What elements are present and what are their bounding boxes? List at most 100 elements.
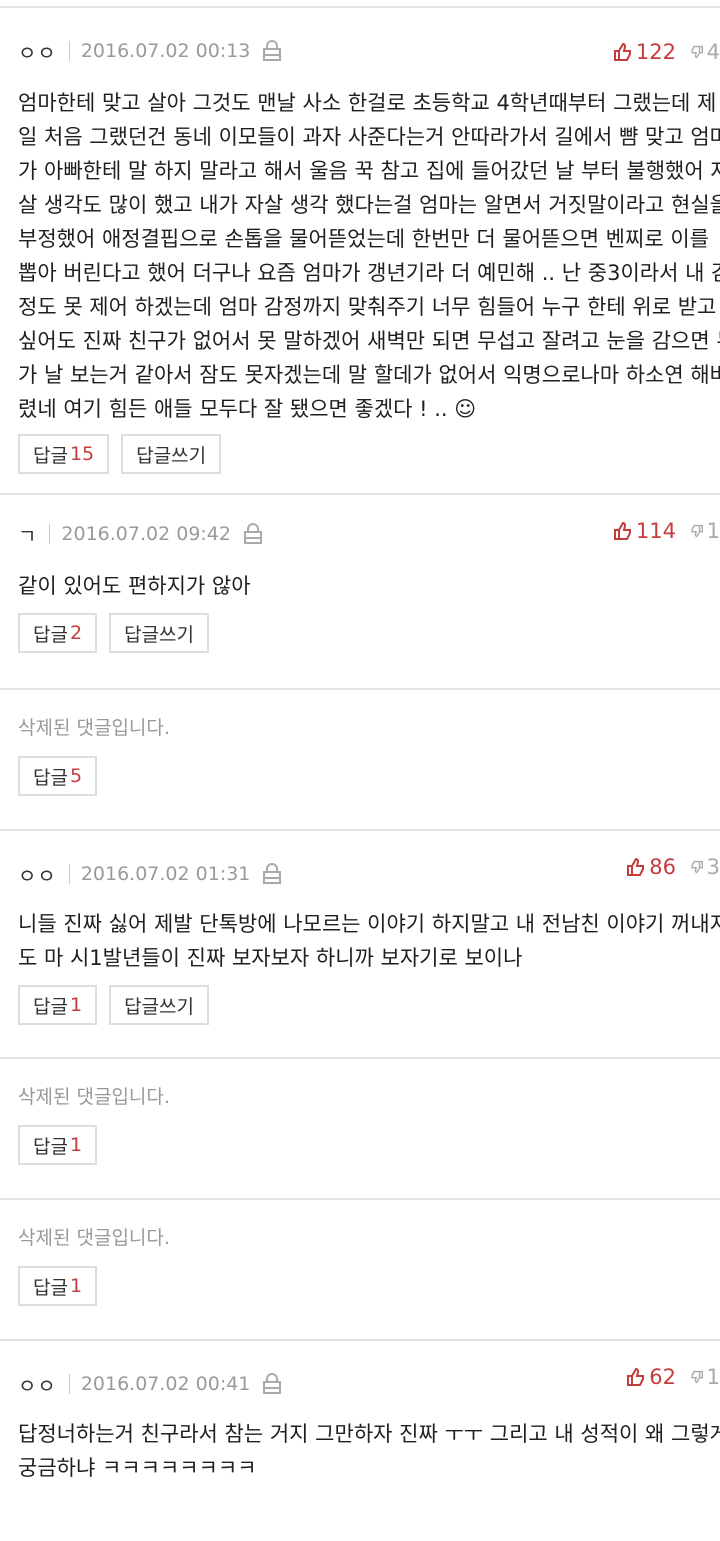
reply-label: 답글	[33, 1276, 68, 1299]
vote-bar: 62 1	[626, 1365, 720, 1389]
reply-count: 5	[69, 765, 83, 787]
reply-label: 답글	[33, 766, 68, 789]
comment-actions: 답글 5	[18, 756, 720, 796]
deleted-notice: 삭제된 댓글입니다.	[18, 1227, 170, 1249]
comment-actions: 답글 2 답글쓰기	[18, 613, 720, 653]
deleted-notice: 삭제된 댓글입니다.	[18, 717, 170, 739]
upvote-button[interactable]: 86	[626, 855, 676, 879]
downvote-button[interactable]: 1	[690, 519, 720, 543]
meta-divider	[49, 524, 51, 544]
comment-list: ㅇㅇ 2016.07.02 00:13 122 4 엄마한테 맞고 살아 그것도…	[0, 0, 720, 1541]
reply-count: 15	[69, 443, 95, 465]
comment-date: 2016.07.02 09:42	[61, 523, 231, 545]
downvote-count: 1	[706, 1365, 720, 1389]
deleted-notice: 삭제된 댓글입니다.	[18, 1086, 170, 1108]
write-reply-button[interactable]: 답글쓰기	[109, 613, 209, 653]
write-reply-button[interactable]: 답글쓰기	[121, 434, 222, 474]
comment-actions: 답글 1	[18, 1125, 720, 1165]
reply-count: 2	[69, 622, 83, 644]
comment-actions: 답글 15 답글쓰기	[18, 434, 720, 474]
reply-count-button[interactable]: 답글 1	[18, 1266, 98, 1306]
comment-line: 엄마한테 맞고 살아 그것도 맨날 사소 한걸로 초등학교 4학년때부터 그랬는…	[18, 91, 717, 115]
thumbs-up-icon	[627, 857, 645, 876]
comment-body: 엄마한테 맞고 살아 그것도 맨날 사소 한걸로 초등학교 4학년때부터 그랬는…	[18, 86, 720, 426]
comment-line: 같이 있어도 편하지가 않아	[18, 574, 251, 598]
author-name[interactable]: ㅇㅇ	[18, 37, 57, 66]
lock-icon	[243, 523, 263, 545]
comment-line: 부정했어 애정결핍으로 손톱을 물어뜯었는데 한번만 더 물어뜯으면 벤찌로 이…	[18, 227, 709, 251]
author-name[interactable]: ㅇㅇ	[18, 860, 57, 889]
comment-line: 답정너하는거 친구라서 참는 거지 그만하자 진짜 ㅜㅜ 그리고 내 성적이 왜…	[18, 1422, 720, 1446]
lock-icon	[262, 1373, 282, 1395]
top-divider	[0, 0, 720, 8]
deleted-comment-item: 삭제된 댓글입니다. 답글 5	[0, 690, 720, 831]
comment-body: 답정너하는거 친구라서 참는 거지 그만하자 진짜 ㅜㅜ 그리고 내 성적이 왜…	[18, 1417, 720, 1485]
comment-meta: ㅇㅇ 2016.07.02 00:41	[18, 1370, 720, 1399]
vote-bar: 114 1	[613, 519, 720, 543]
upvote-count: 114	[635, 519, 676, 543]
reply-count-button[interactable]: 답글 5	[18, 756, 98, 796]
lock-icon	[262, 863, 282, 885]
comment-line: 일 처음 그랬던건 동네 이모들이 과자 사준다는거 안따라가서 길에서 뺨 맞…	[18, 125, 720, 149]
downvote-button[interactable]: 3	[690, 855, 720, 879]
meta-divider	[68, 1374, 70, 1394]
thumbs-down-icon	[691, 524, 703, 538]
reply-label: 답글	[33, 995, 68, 1018]
downvote-count: 4	[706, 40, 720, 64]
comment-line: 가 아빠한테 말 하지 말라고 해서 울음 꾹 참고 집에 들어갔던 날 부터 …	[18, 159, 720, 183]
comment-date: 2016.07.02 00:13	[80, 40, 251, 62]
vote-bar: 122 4	[613, 40, 720, 64]
comment-item: ㅇㅇ 2016.07.02 00:13 122 4 엄마한테 맞고 살아 그것도…	[0, 8, 720, 495]
comment-actions: 답글 1	[18, 1266, 720, 1306]
downvote-count: 3	[706, 855, 720, 879]
upvote-button[interactable]: 62	[626, 1365, 676, 1389]
comment-actions: 답글 1 답글쓰기	[18, 985, 720, 1025]
comment-line: 정도 못 제어 하겠는데 엄마 감정까지 맞춰주기 너무 힘들어 누구 한테 위…	[18, 295, 717, 319]
reply-count: 1	[69, 1275, 83, 1297]
upvote-count: 62	[649, 1365, 676, 1389]
comment-item: ㅇㅇ 2016.07.02 00:41 62 1 답정너하는거 친구라서 참는 …	[0, 1341, 720, 1541]
vote-bar: 86 3	[626, 855, 720, 879]
comment-line: 싶어도 진짜 친구가 없어서 못 말하겠어 새벽만 되면 무섭고 잘려고 눈을 …	[18, 329, 720, 353]
reply-count: 1	[69, 1134, 83, 1156]
comment-item: ㄱ 2016.07.02 09:42 114 1 같이 있어도 편하지가 않아 …	[0, 495, 720, 690]
comment-line: 니들 진짜 싫어 제발 단톡방에 나모르는 이야기 하지말고 내 전남친 이야기…	[18, 912, 720, 936]
comment-date: 2016.07.02 01:31	[80, 863, 251, 885]
upvote-button[interactable]: 122	[613, 40, 676, 64]
write-reply-button[interactable]: 답글쓰기	[109, 985, 209, 1025]
thumbs-up-icon	[627, 1367, 645, 1386]
comment-line: 뽑아 버린다고 했어 더구나 요즘 엄마가 갱년기라 더 예민해 .. 난 중3…	[18, 261, 720, 285]
comment-line: 도 마 시1발년들이 진짜 보자보자 하니까 보자기로 보이나	[18, 946, 523, 970]
reply-count-button[interactable]: 답글 2	[18, 613, 98, 653]
thumbs-up-icon	[613, 42, 631, 61]
comment-date: 2016.07.02 00:41	[80, 1373, 251, 1395]
downvote-button[interactable]: 1	[690, 1365, 720, 1389]
comment-meta: ㅇㅇ 2016.07.02 01:31	[18, 860, 720, 889]
deleted-comment-item: 삭제된 댓글입니다. 답글 1	[0, 1059, 720, 1200]
comment-body: 니들 진짜 싫어 제발 단톡방에 나모르는 이야기 하지말고 내 전남친 이야기…	[18, 907, 720, 975]
reply-label: 답글	[33, 1135, 68, 1158]
reply-count-button[interactable]: 답글 15	[18, 434, 110, 474]
thumbs-down-icon	[691, 1370, 703, 1384]
reply-label: 답글	[33, 623, 68, 646]
author-name[interactable]: ㄱ	[18, 520, 37, 549]
reply-count-button[interactable]: 답글 1	[18, 985, 98, 1025]
author-name[interactable]: ㅇㅇ	[18, 1370, 57, 1399]
upvote-button[interactable]: 114	[613, 519, 676, 543]
downvote-button[interactable]: 4	[690, 40, 720, 64]
deleted-comment-item: 삭제된 댓글입니다. 답글 1	[0, 1200, 720, 1341]
comment-body: 같이 있어도 편하지가 않아	[18, 569, 720, 603]
upvote-count: 86	[649, 855, 676, 879]
upvote-count: 122	[635, 40, 676, 64]
comment-item: ㅇㅇ 2016.07.02 01:31 86 3 니들 진짜 싫어 제발 단톡방…	[0, 831, 720, 1059]
comment-line: 궁금하냐 ㅋㅋㅋㅋㅋㅋㅋㅋ	[18, 1456, 257, 1480]
comment-line: 가 날 보는거 같아서 잠도 못자겠는데 말 할데가 없어서 익명으로나마 하소…	[18, 363, 720, 387]
reply-count-button[interactable]: 답글 1	[18, 1125, 98, 1165]
comment-line: 살 생각도 많이 했고 내가 자살 생각 했다는걸 엄마는 알면서 거짓말이라고…	[18, 193, 720, 217]
meta-divider	[68, 41, 70, 61]
thumbs-up-icon	[613, 521, 631, 540]
lock-icon	[262, 40, 282, 62]
meta-divider	[68, 864, 70, 884]
comment-line: 렸네 여기 힘든 애들 모두다 잘 됐으면 좋겠다 ! .. ☺	[18, 397, 477, 421]
downvote-count: 1	[706, 519, 720, 543]
